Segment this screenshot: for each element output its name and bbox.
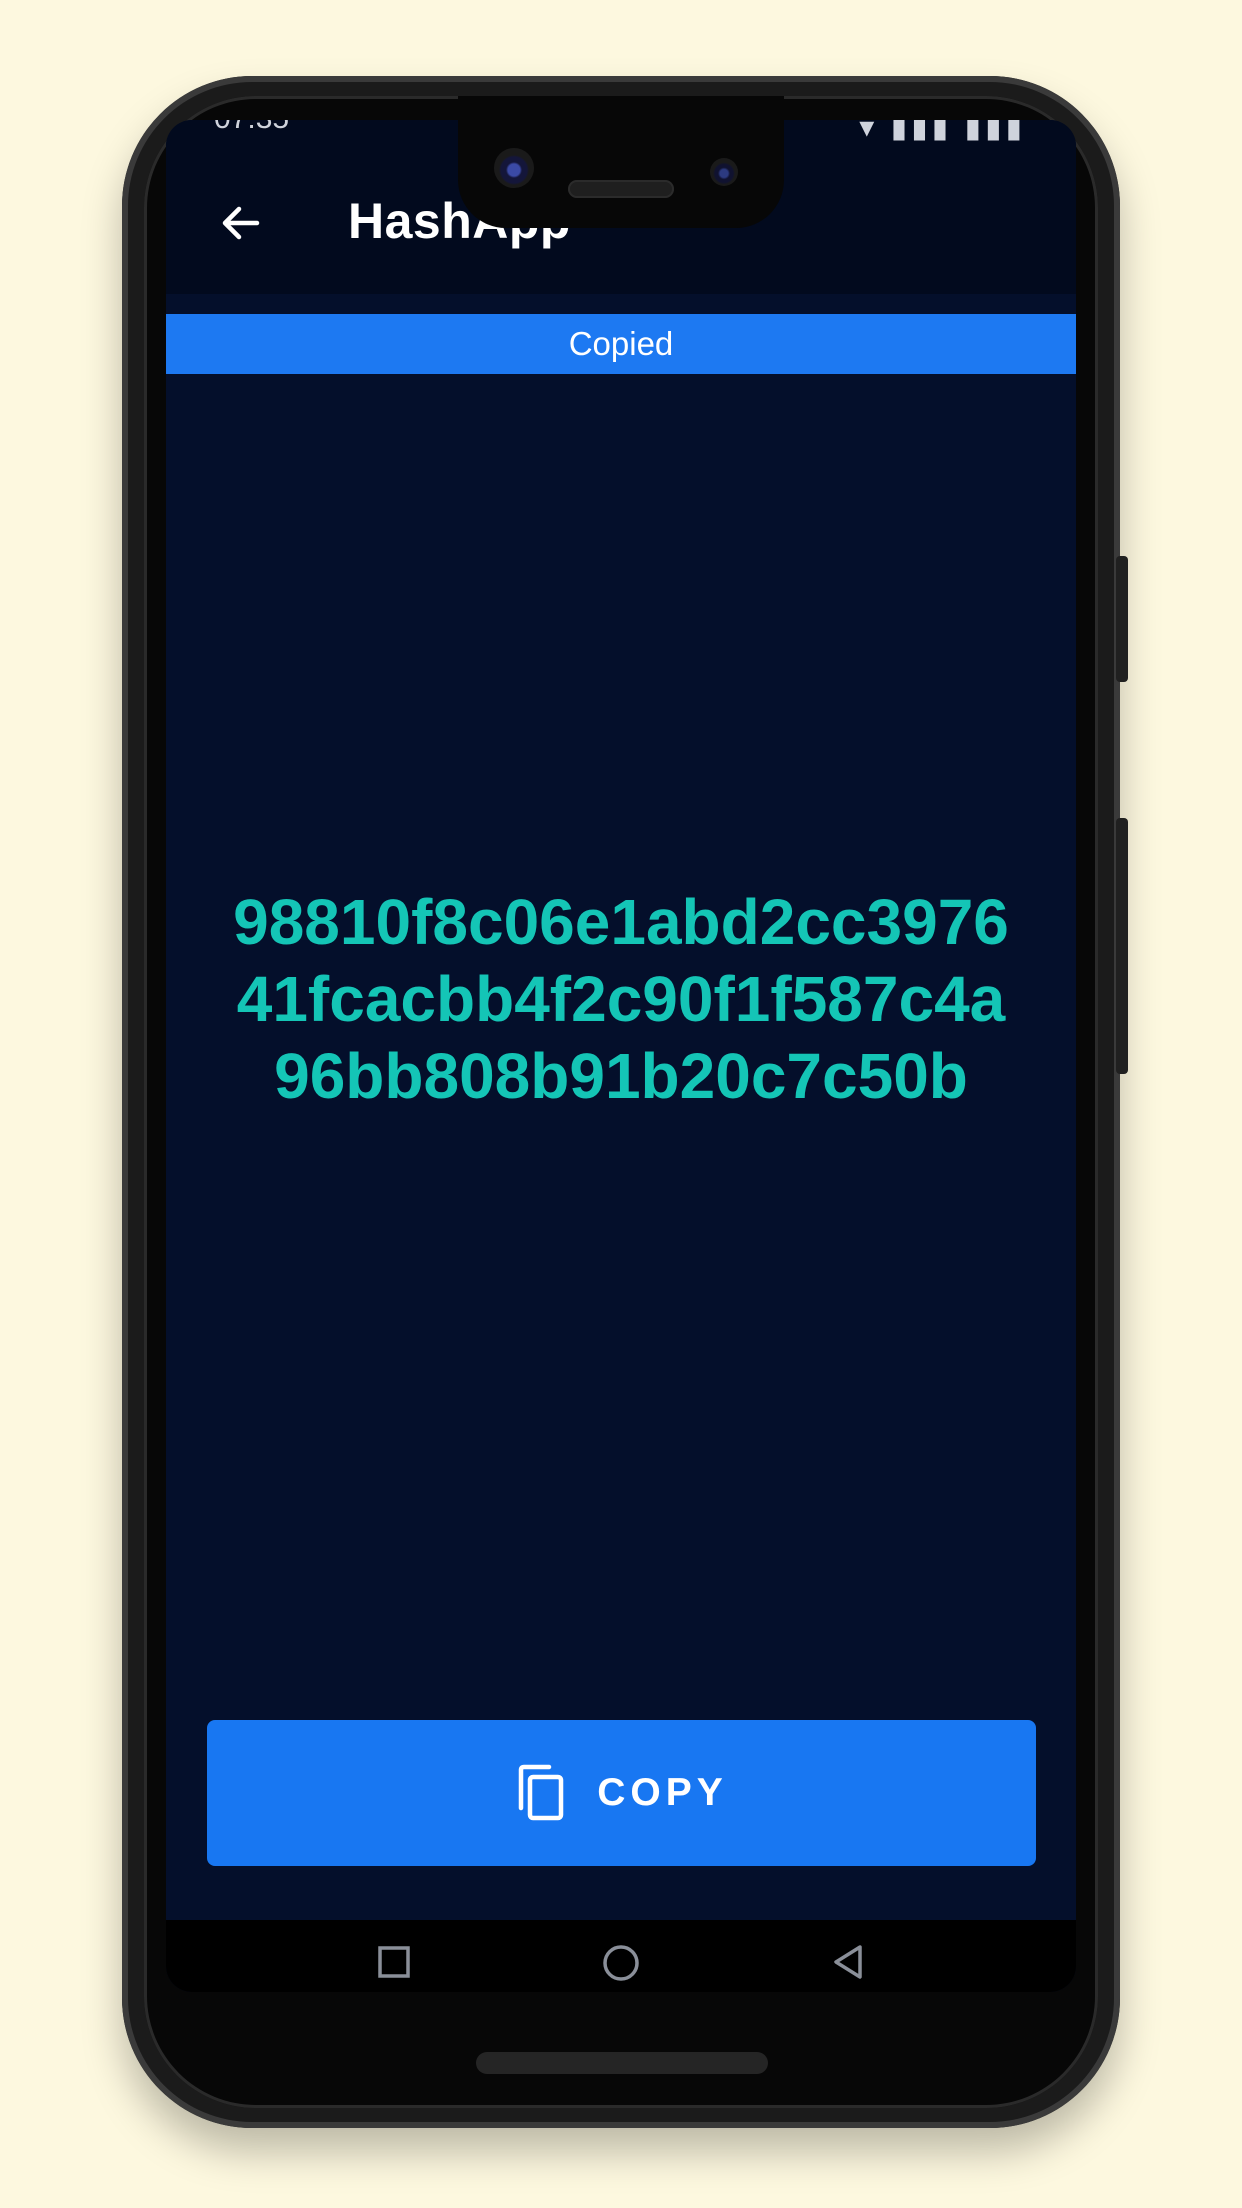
copy-button-label: COPY	[597, 1771, 728, 1814]
toast-text: Copied	[568, 325, 674, 362]
camera-notch	[458, 96, 784, 228]
copied-toast: Copied	[166, 314, 1076, 374]
hash-value: 98810f8c06e1abd2cc397641fcacbb4f2c90f1f5…	[233, 886, 1009, 1112]
status-icons: ▾ ▮▮▮ ▮▮▮	[859, 120, 1026, 144]
arrow-left-icon	[222, 206, 260, 240]
phone-screen: 07:35 ▾ ▮▮▮ ▮▮▮ HashApp Copied 98810f8c0…	[166, 120, 1076, 1992]
volume-button	[1116, 556, 1128, 682]
back-button[interactable]	[206, 188, 276, 258]
home-circle-icon[interactable]	[600, 1942, 642, 1984]
status-time: 07:35	[214, 120, 289, 136]
recents-square-icon[interactable]	[374, 1942, 414, 1982]
earpiece-speaker	[568, 180, 674, 198]
front-camera-icon	[494, 148, 534, 188]
navigation-bar	[166, 1920, 1076, 1992]
copy-icon	[518, 1764, 564, 1821]
nav-back-triangle-icon[interactable]	[828, 1942, 868, 1982]
power-button	[1116, 818, 1128, 1074]
phone-chin-speaker	[476, 2052, 768, 2074]
copy-button[interactable]: COPY	[207, 1720, 1036, 1866]
secondary-camera-icon	[710, 158, 738, 186]
